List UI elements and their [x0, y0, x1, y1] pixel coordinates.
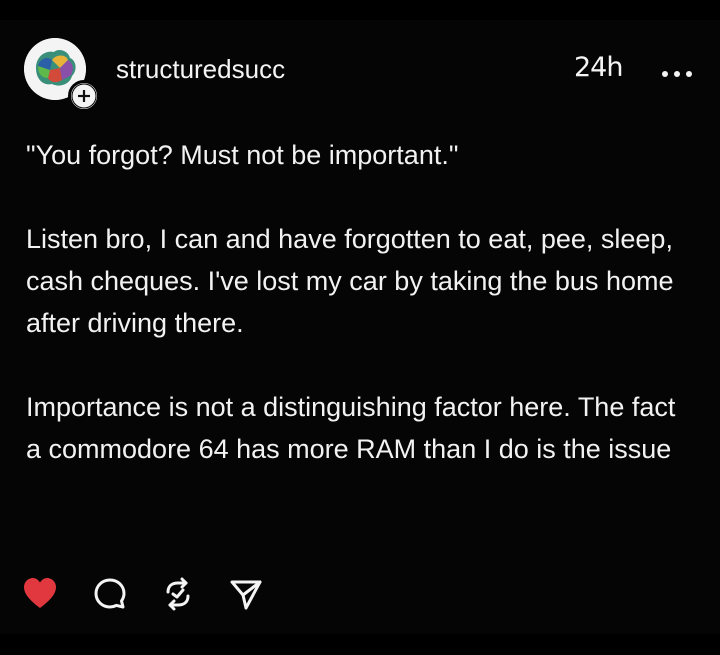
username[interactable]: structuredsucc [116, 54, 285, 85]
bottom-bar [0, 634, 720, 655]
heart-icon[interactable] [22, 576, 58, 612]
post-paragraph: "You forgot? Must not be important." [26, 140, 459, 170]
post-card: structuredsucc 24h "You forgot? Must not… [0, 0, 720, 655]
send-icon[interactable] [228, 576, 264, 612]
post-time: 24h [574, 52, 623, 83]
follow-plus-icon[interactable] [68, 80, 100, 112]
comment-icon[interactable] [92, 576, 128, 612]
repost-icon[interactable] [160, 576, 196, 612]
post-paragraph: Listen bro, I can and have forgotten to … [26, 224, 674, 338]
post-paragraph: Importance is not a distinguishing facto… [26, 392, 676, 464]
post-body: "You forgot? Must not be important." Lis… [26, 134, 696, 470]
top-bar [0, 0, 720, 20]
more-options-icon[interactable] [660, 66, 694, 77]
avatar[interactable] [24, 38, 100, 112]
